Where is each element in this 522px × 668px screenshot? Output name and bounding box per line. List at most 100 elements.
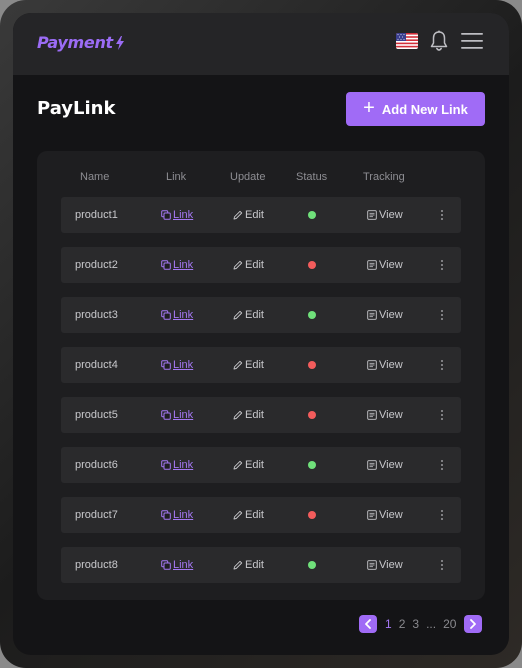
device-frame: Payment PayLink + Add New Link Name Link… (0, 0, 522, 668)
view-tracking-button[interactable]: View (367, 197, 403, 233)
edit-button[interactable]: Edit (233, 447, 264, 483)
link-label: Link (173, 459, 194, 471)
edit-button[interactable]: Edit (233, 297, 264, 333)
paylink-table: Name Link Update Status Tracking product… (37, 151, 485, 600)
more-options-icon[interactable] (436, 447, 448, 483)
edit-button[interactable]: Edit (233, 397, 264, 433)
more-options-icon[interactable] (436, 397, 448, 433)
copy-icon (161, 260, 171, 270)
document-icon (367, 260, 377, 270)
view-label: View (379, 359, 403, 371)
table-row: product7 Link Edit View (61, 497, 461, 533)
column-header-tracking: Tracking (363, 171, 405, 183)
page-number[interactable]: 2 (399, 617, 406, 631)
more-options-icon[interactable] (436, 547, 448, 583)
document-icon (367, 560, 377, 570)
copy-link[interactable]: Link (161, 297, 193, 333)
us-flag-icon[interactable] (396, 33, 418, 49)
status-dot (308, 311, 316, 319)
status-indicator (308, 347, 316, 383)
product-name: product1 (75, 209, 118, 221)
copy-link[interactable]: Link (161, 497, 193, 533)
copy-link[interactable]: Link (161, 447, 193, 483)
copy-icon (161, 560, 171, 570)
add-new-link-label: Add New Link (381, 101, 468, 117)
view-tracking-button[interactable]: View (367, 447, 403, 483)
document-icon (367, 360, 377, 370)
product-name: product6 (75, 459, 118, 471)
pencil-icon (233, 260, 243, 270)
product-name: product7 (75, 509, 118, 521)
more-options-icon[interactable] (436, 347, 448, 383)
product-name: product5 (75, 409, 118, 421)
bell-icon[interactable] (430, 30, 448, 52)
edit-label: Edit (245, 209, 264, 221)
link-label: Link (173, 309, 194, 321)
column-header-link: Link (166, 171, 187, 183)
chevron-right-icon (470, 619, 477, 629)
pencil-icon (233, 410, 243, 420)
edit-button[interactable]: Edit (233, 347, 264, 383)
next-page-button[interactable] (464, 615, 483, 633)
page-ellipsis: ... (426, 617, 437, 631)
pencil-icon (233, 210, 243, 220)
view-tracking-button[interactable]: View (367, 497, 403, 533)
more-options-icon[interactable] (436, 497, 448, 533)
add-new-link-button[interactable]: + Add New Link (346, 92, 485, 126)
more-options-icon[interactable] (436, 247, 448, 283)
product-name: product8 (75, 559, 118, 571)
status-indicator (308, 447, 316, 483)
edit-label: Edit (245, 509, 264, 521)
status-dot (308, 411, 316, 419)
view-label: View (379, 309, 403, 321)
more-options-icon[interactable] (436, 197, 448, 233)
edit-button[interactable]: Edit (233, 497, 264, 533)
edit-label: Edit (245, 459, 264, 471)
document-icon (367, 210, 377, 220)
product-name: product4 (75, 359, 118, 371)
pencil-icon (233, 510, 243, 520)
copy-link[interactable]: Link (161, 397, 193, 433)
table-row: product6 Link Edit View (61, 447, 461, 483)
status-indicator (308, 497, 316, 533)
pencil-icon (233, 460, 243, 470)
status-dot (308, 361, 316, 369)
edit-button[interactable]: Edit (233, 247, 264, 283)
copy-icon (161, 460, 171, 470)
table-row: product3 Link Edit View (61, 297, 461, 333)
page-number[interactable]: 3 (412, 617, 419, 631)
view-tracking-button[interactable]: View (367, 347, 403, 383)
pencil-icon (233, 360, 243, 370)
hamburger-menu-icon[interactable] (461, 32, 483, 50)
more-options-icon[interactable] (436, 297, 448, 333)
copy-link[interactable]: Link (161, 197, 193, 233)
copy-link[interactable]: Link (161, 547, 193, 583)
prev-page-button[interactable] (359, 615, 377, 633)
view-tracking-button[interactable]: View (367, 547, 403, 583)
edit-button[interactable]: Edit (233, 547, 264, 583)
page-title: PayLink (37, 98, 116, 119)
status-indicator (308, 197, 316, 233)
status-indicator (308, 247, 316, 283)
view-tracking-button[interactable]: View (367, 247, 403, 283)
copy-link[interactable]: Link (161, 247, 193, 283)
page-number[interactable]: 1 (385, 617, 392, 631)
pagination: 1 2 3... 20 (359, 615, 483, 633)
status-dot (308, 261, 316, 269)
column-header-status: Status (296, 171, 328, 183)
view-tracking-button[interactable]: View (367, 397, 403, 433)
copy-icon (161, 410, 171, 420)
edit-button[interactable]: Edit (233, 197, 264, 233)
copy-link[interactable]: Link (161, 347, 193, 383)
link-label: Link (173, 509, 194, 521)
view-label: View (379, 459, 403, 471)
page-numbers: 1 2 3... 20 (385, 617, 456, 631)
view-tracking-button[interactable]: View (367, 297, 403, 333)
brand-logo[interactable]: Payment (37, 33, 125, 52)
link-label: Link (173, 259, 194, 271)
column-header-name: Name (80, 171, 110, 183)
edit-label: Edit (245, 309, 264, 321)
status-indicator (308, 297, 316, 333)
status-dot (308, 461, 316, 469)
page-number[interactable]: 20 (443, 617, 456, 631)
